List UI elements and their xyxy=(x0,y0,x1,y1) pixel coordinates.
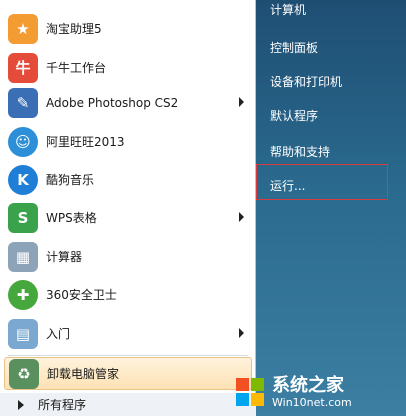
program-item-kugou[interactable]: K 酷狗音乐 xyxy=(4,163,252,196)
programs-pane: ★ 淘宝助理5 牛 千牛工作台 ✎ Adobe Photoshop CS2 ☺ … xyxy=(0,0,256,416)
submenu-arrow-icon[interactable] xyxy=(239,97,244,107)
link-computer[interactable]: 计算机 xyxy=(270,1,306,18)
recycle-bin-icon: ♻ xyxy=(9,358,39,389)
submenu-arrow-icon[interactable] xyxy=(239,328,244,338)
watermark-title: 系统之家 xyxy=(272,375,344,397)
program-label: Adobe Photoshop CS2 xyxy=(46,95,179,110)
program-item-qianniu[interactable]: 牛 千牛工作台 xyxy=(4,51,252,84)
program-item-photoshop[interactable]: ✎ Adobe Photoshop CS2 xyxy=(4,86,252,119)
windows-logo-icon xyxy=(236,378,266,408)
program-label: 淘宝助理5 xyxy=(46,22,102,36)
separator xyxy=(8,355,248,356)
calculator-icon: ▦ xyxy=(8,241,38,272)
kugou-icon: K xyxy=(8,164,38,195)
program-label: 计算器 xyxy=(46,250,83,264)
link-devices-printers[interactable]: 设备和打印机 xyxy=(270,73,342,90)
program-item-wps-spreadsheet[interactable]: S WPS表格 xyxy=(4,201,252,234)
program-label: 酷狗音乐 xyxy=(46,173,95,187)
program-item-uninstall-pc-manager[interactable]: ♻ 卸载电脑管家 xyxy=(4,357,252,390)
all-programs-button[interactable]: 所有程序 xyxy=(0,393,256,416)
expand-triangle-icon xyxy=(18,399,24,410)
program-label: 卸载电脑管家 xyxy=(47,367,120,381)
getting-started-icon: ▤ xyxy=(8,318,38,349)
watermark-url: Win10net.com xyxy=(272,396,352,410)
program-item-calculator[interactable]: ▦ 计算器 xyxy=(4,240,252,273)
link-control-panel[interactable]: 控制面板 xyxy=(270,39,318,56)
photoshop-feather-icon: ✎ xyxy=(8,87,38,118)
program-label: 阿里旺旺2013 xyxy=(46,135,125,149)
program-item-getting-started[interactable]: ▤ 入门 xyxy=(4,317,252,350)
program-item-aliwangwang[interactable]: ☺ 阿里旺旺2013 xyxy=(4,125,252,158)
taobao-assistant-icon: ★ xyxy=(8,13,38,44)
run-highlight-box xyxy=(256,164,388,200)
qianniu-icon: 牛 xyxy=(8,52,38,83)
program-label: WPS表格 xyxy=(46,211,97,225)
360-security-icon: ✚ xyxy=(8,279,38,310)
link-help-support[interactable]: 帮助和支持 xyxy=(270,143,330,160)
watermark: 系统之家 Win10net.com xyxy=(236,370,406,416)
program-item-360-security[interactable]: ✚ 360安全卫士 xyxy=(4,278,252,311)
program-item-taobao-assistant[interactable]: ★ 淘宝助理5 xyxy=(4,12,252,45)
system-links-pane: 计算机 控制面板 设备和打印机 默认程序 帮助和支持 运行... xyxy=(256,0,406,416)
all-programs-label: 所有程序 xyxy=(38,398,87,412)
link-default-programs[interactable]: 默认程序 xyxy=(270,107,318,124)
program-label: 360安全卫士 xyxy=(46,288,117,302)
program-label: 入门 xyxy=(46,327,71,341)
aliwangwang-icon: ☺ xyxy=(8,126,38,157)
wps-spreadsheet-icon: S xyxy=(8,202,38,233)
submenu-arrow-icon[interactable] xyxy=(239,212,244,222)
program-label: 千牛工作台 xyxy=(46,61,107,75)
